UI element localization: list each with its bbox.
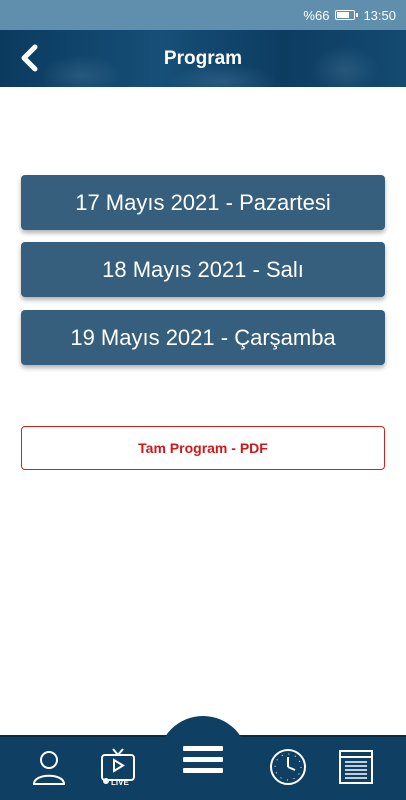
live-badge: LIVE: [111, 778, 129, 787]
app-header: Program: [0, 30, 406, 87]
clock-icon: [270, 749, 306, 785]
nav-clock[interactable]: [266, 745, 310, 789]
full-program-pdf-button[interactable]: Tam Program - PDF: [21, 426, 385, 470]
day-button-label: 19 Mayıs 2021 - Çarşamba: [70, 324, 336, 350]
pdf-button-label: Tam Program - PDF: [138, 440, 268, 456]
nav-documents[interactable]: [334, 745, 378, 789]
day-button-3[interactable]: 19 Mayıs 2021 - Çarşamba: [21, 310, 385, 365]
clock-time: 13:50: [363, 7, 396, 23]
day-button-2[interactable]: 18 Mayıs 2021 - Salı: [21, 242, 385, 297]
day-button-label: 17 Mayıs 2021 - Pazartesi: [75, 189, 331, 215]
user-icon: [32, 751, 66, 785]
day-button-1[interactable]: 17 Mayıs 2021 - Pazartesi: [21, 175, 385, 230]
live-tv-icon: LIVE: [101, 748, 135, 787]
page-title: Program: [163, 48, 243, 69]
menu-icon: [183, 746, 223, 779]
nav-profile[interactable]: [27, 745, 71, 789]
document-icon: [339, 750, 373, 784]
status-bar: %66 13:50: [0, 0, 406, 30]
battery-icon: [335, 10, 359, 20]
menu-button[interactable]: [158, 716, 248, 800]
day-button-label: 18 Mayıs 2021 - Salı: [102, 256, 304, 282]
nav-live-tv[interactable]: LIVE: [96, 745, 140, 789]
battery-percent: %66: [303, 7, 330, 23]
